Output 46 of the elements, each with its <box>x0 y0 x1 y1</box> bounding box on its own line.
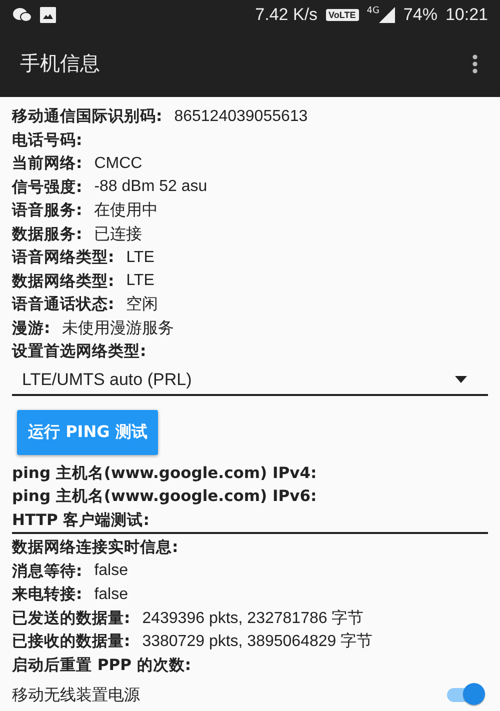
battery-level: 74% <box>403 5 438 25</box>
field-label: 来电转接: <box>12 584 82 606</box>
field-value: LTE <box>126 248 154 267</box>
field-value: -88 dBm 52 asu <box>94 178 208 196</box>
field-label: 当前网络: <box>12 153 82 174</box>
field-value: 未使用漫游服务 <box>62 318 174 339</box>
network-type: 4G <box>366 6 380 16</box>
field-value: 在使用中 <box>94 200 158 222</box>
field-label: 已接收的数据量: <box>12 631 130 652</box>
field-label: 启动后重置 PPP 的次数: <box>12 654 192 676</box>
field-label: 语音通话状态: <box>12 294 114 316</box>
field-label: 移动通信国际识别码: <box>12 106 162 128</box>
field-value: 空闲 <box>126 294 158 316</box>
field-value: 2439396 pkts, 232781786 字节 <box>142 608 364 629</box>
field-label: 消息等待: <box>12 560 82 582</box>
field-label: 漫游: <box>12 318 50 339</box>
image-icon <box>40 7 56 23</box>
field-label: 语音服务: <box>12 200 82 222</box>
field-label: HTTP 客户端测试: <box>12 510 150 531</box>
field-label: ping 主机名(www.google.com) IPv6: <box>12 486 317 508</box>
clock: 10:21 <box>445 5 488 25</box>
network-type-dropdown[interactable]: LTE/UMTS auto (PRL) <box>12 366 488 396</box>
field-label: 信号强度: <box>12 176 82 198</box>
field-label: 数据网络类型: <box>12 270 114 292</box>
field-label: 已发送的数据量: <box>12 608 130 629</box>
screen-title: 手机信息 <box>20 50 100 77</box>
field-label: 语音网络类型: <box>12 247 114 268</box>
field-value: false <box>94 562 128 580</box>
field-value: 已连接 <box>94 224 142 245</box>
dropdown-arrow-icon <box>455 376 467 383</box>
field-value: LTE <box>126 272 154 290</box>
network-speed: 7.42 K/s <box>255 5 318 25</box>
field-value: 3380729 pkts, 3895064829 字节 <box>142 632 373 652</box>
field-label: ping 主机名(www.google.com) IPv4: <box>12 462 317 484</box>
signal-icon <box>379 7 396 23</box>
field-label: 数据网络连接实时信息: <box>12 537 178 558</box>
chat-bubbles-icon <box>12 7 32 23</box>
field-label: 设置首选网络类型: <box>12 341 146 362</box>
field-label: 电话号码: <box>12 130 82 151</box>
field-value: false <box>94 586 128 604</box>
volte-badge: VoLTE <box>326 9 359 21</box>
field-value: 865124039055613 <box>174 108 308 126</box>
field-label: 数据服务: <box>12 224 82 245</box>
more-options-icon[interactable] <box>472 54 478 74</box>
field-value: CMCC <box>94 154 142 173</box>
setting-label: 移动无线装置电源 <box>12 684 140 706</box>
